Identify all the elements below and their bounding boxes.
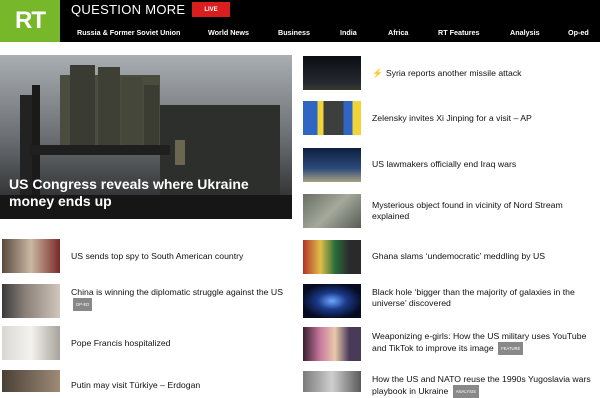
article-title[interactable]: US lawmakers officially end Iraq wars <box>372 159 594 170</box>
main-nav: Russia & Former Soviet Union World News … <box>0 28 600 40</box>
article-thumb[interactable] <box>2 326 60 360</box>
article-title-text: Syria reports another missile attack <box>385 68 522 78</box>
op-ed-badge: OP-ED <box>73 298 93 311</box>
article-thumb[interactable] <box>303 327 361 361</box>
article-thumb[interactable] <box>2 239 60 273</box>
article-title-text: How the US and NATO reuse the 1990s Yugo… <box>372 374 591 396</box>
article-title[interactable]: Zelensky invites Xi Jinping for a visit … <box>372 113 594 124</box>
article-title-text: China is winning the diplomatic struggle… <box>71 287 283 297</box>
article-title[interactable]: Black hole ‘bigger than the majority of … <box>372 287 594 309</box>
article-title[interactable]: ⚡ Syria reports another missile attack <box>372 68 594 79</box>
nav-item-analysis[interactable]: Analysis <box>510 28 540 37</box>
article-title[interactable]: US sends top spy to South American count… <box>71 251 291 262</box>
nav-item-russia[interactable]: Russia & Former Soviet Union <box>77 28 180 37</box>
nav-item-world-news[interactable]: World News <box>208 28 249 37</box>
article-thumb[interactable] <box>2 370 60 392</box>
article-title[interactable]: Pope Francis hospitalized <box>71 338 291 349</box>
article-title[interactable]: Ghana slams ‘undemocratic’ meddling by U… <box>372 251 594 262</box>
article-title[interactable]: Mysterious object found in vicinity of N… <box>372 200 594 222</box>
feature-badge: FEATURE <box>498 342 524 355</box>
nav-item-africa[interactable]: Africa <box>388 28 408 37</box>
hero-title[interactable]: US Congress reveals where Ukraine money … <box>9 176 279 210</box>
article-thumb[interactable] <box>303 284 361 318</box>
article-title[interactable]: Weaponizing e-girls: How the US military… <box>372 331 594 355</box>
article-title-text: Weaponizing e-girls: How the US military… <box>372 331 587 353</box>
article-thumb[interactable] <box>303 240 361 274</box>
nav-item-op-ed[interactable]: Op-ed <box>568 28 589 37</box>
article-thumb[interactable] <box>303 148 361 182</box>
article-thumb[interactable] <box>303 56 361 90</box>
article-title[interactable]: China is winning the diplomatic struggle… <box>71 287 291 311</box>
nav-item-business[interactable]: Business <box>278 28 310 37</box>
nav-item-rt-features[interactable]: RT Features <box>438 28 480 37</box>
article-title[interactable]: How the US and NATO reuse the 1990s Yugo… <box>372 374 594 398</box>
tagline: QUESTION MORE <box>71 2 186 17</box>
flash-icon: ⚡ <box>372 68 383 78</box>
article-thumb[interactable] <box>303 101 361 135</box>
article-thumb[interactable] <box>303 371 361 392</box>
live-button[interactable]: LIVE <box>192 2 230 17</box>
article-thumb[interactable] <box>303 194 361 228</box>
nav-item-india[interactable]: India <box>340 28 357 37</box>
article-thumb[interactable] <box>2 284 60 318</box>
top-bar: RT QUESTION MORE LIVE Russia & Former So… <box>0 0 600 42</box>
article-title[interactable]: Putin may visit Türkiye – Erdogan <box>71 380 291 391</box>
